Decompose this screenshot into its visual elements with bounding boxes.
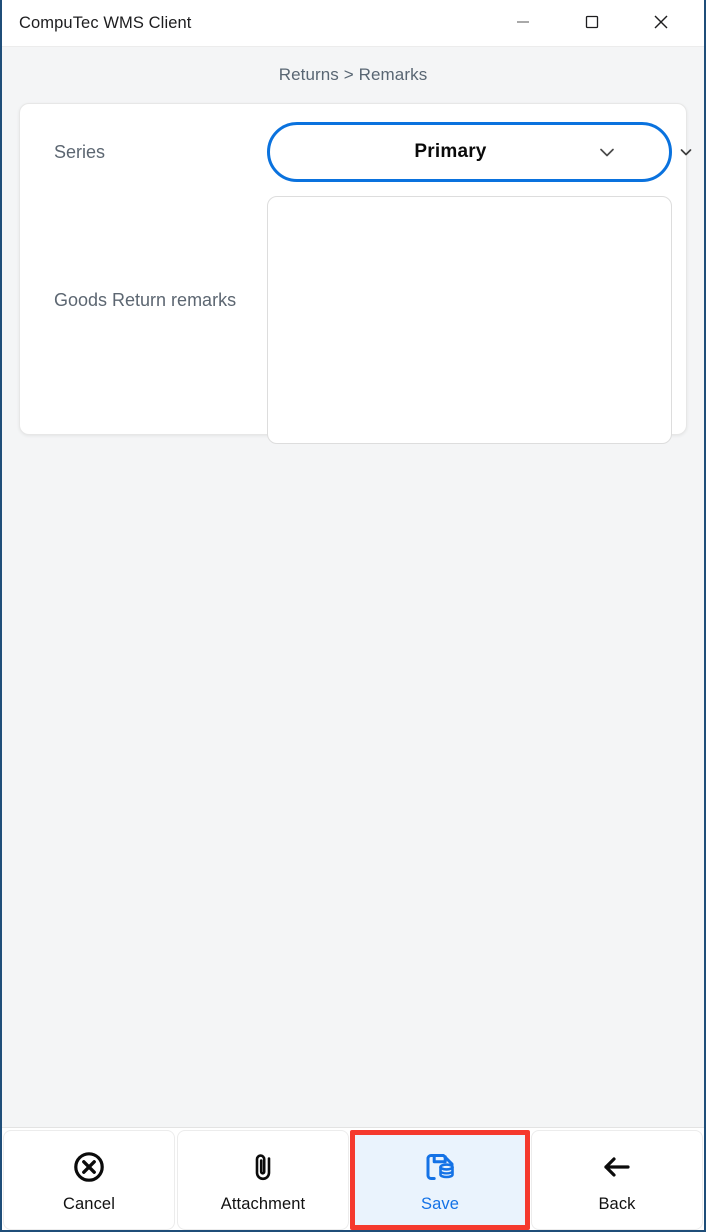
remarks-control xyxy=(267,190,672,444)
bottom-toolbar: Cancel Attachment Save Back xyxy=(2,1127,704,1230)
series-selected-value: Primary xyxy=(414,141,487,162)
form-row-remarks: Goods Return remarks xyxy=(37,190,672,444)
paperclip-icon xyxy=(246,1147,280,1187)
cancel-label: Cancel xyxy=(63,1194,115,1213)
maximize-button[interactable] xyxy=(569,0,615,46)
form-card: Series Primary Goods Return remarks xyxy=(19,103,692,444)
goods-return-remarks-input[interactable] xyxy=(267,196,672,444)
arrow-left-icon xyxy=(599,1147,635,1187)
attachment-button[interactable]: Attachment xyxy=(177,1130,349,1230)
attachment-label: Attachment xyxy=(220,1194,306,1213)
close-icon xyxy=(651,12,671,35)
series-control: Primary xyxy=(267,122,692,182)
cancel-button[interactable]: Cancel xyxy=(3,1130,175,1230)
breadcrumb[interactable]: Returns > Remarks xyxy=(279,65,428,85)
window-controls xyxy=(500,0,704,46)
minimize-icon xyxy=(514,13,532,34)
main-content: Series Primary Goods Return remarks xyxy=(2,103,704,1127)
chevron-down-small-icon[interactable] xyxy=(678,144,694,160)
maximize-icon xyxy=(583,13,601,34)
circle-x-icon xyxy=(72,1147,106,1187)
breadcrumb-bar: Returns > Remarks xyxy=(2,47,704,103)
back-label: Back xyxy=(598,1194,636,1213)
form-row-series: Series Primary xyxy=(37,122,692,182)
goods-return-remarks-label: Goods Return remarks xyxy=(54,290,237,310)
application-window: CompuTec WMS Client Returns > Remarks Se… xyxy=(0,0,706,1232)
save-button[interactable]: Save xyxy=(350,1130,530,1230)
title-bar: CompuTec WMS Client xyxy=(2,0,704,47)
back-button[interactable]: Back xyxy=(531,1130,703,1230)
series-select-wrap: Primary xyxy=(267,122,692,182)
chevron-down-icon[interactable] xyxy=(596,141,618,163)
floppy-disk-database-icon xyxy=(421,1147,459,1187)
series-label: Series xyxy=(54,142,106,162)
minimize-button[interactable] xyxy=(500,0,546,46)
close-button[interactable] xyxy=(638,0,684,46)
window-title: CompuTec WMS Client xyxy=(19,13,192,32)
save-label: Save xyxy=(420,1194,459,1213)
